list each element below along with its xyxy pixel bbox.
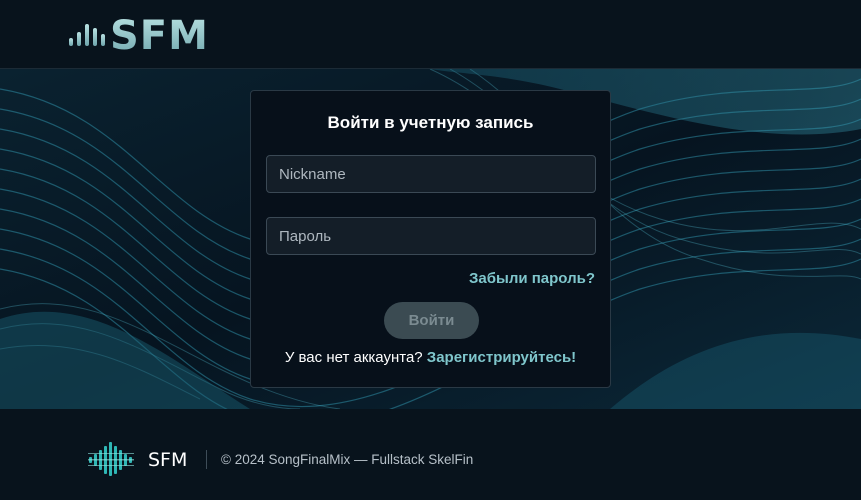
logo-text: SFM [110, 13, 209, 59]
footer-divider [206, 450, 207, 469]
login-title: Войти в учетную запись [327, 113, 534, 132]
footer-brand: SFM [148, 449, 188, 471]
site-footer: SFM © 2024 SongFinalMix — Fullstack Skel… [0, 409, 861, 500]
waveform-logo-icon [88, 442, 134, 476]
register-link[interactable]: Зарегистрируйтесь! [427, 349, 576, 366]
password-input[interactable] [266, 217, 596, 255]
forgot-password-link[interactable]: Забыли пароль? [469, 270, 595, 287]
no-account-text: У вас нет аккаунта? [284, 349, 423, 366]
nickname-input[interactable] [266, 155, 596, 193]
login-submit-button[interactable]: Войти [384, 302, 479, 339]
site-header: SFM [0, 0, 861, 69]
equalizer-bars-icon [69, 24, 105, 46]
login-card: Войти в учетную запись Забыли пароль? Во… [250, 90, 611, 388]
register-prompt: У вас нет аккаунта? Зарегистрируйтесь! [251, 349, 610, 366]
logo[interactable]: SFM [68, 13, 209, 59]
footer-copyright: © 2024 SongFinalMix — Fullstack SkelFin [221, 452, 474, 467]
